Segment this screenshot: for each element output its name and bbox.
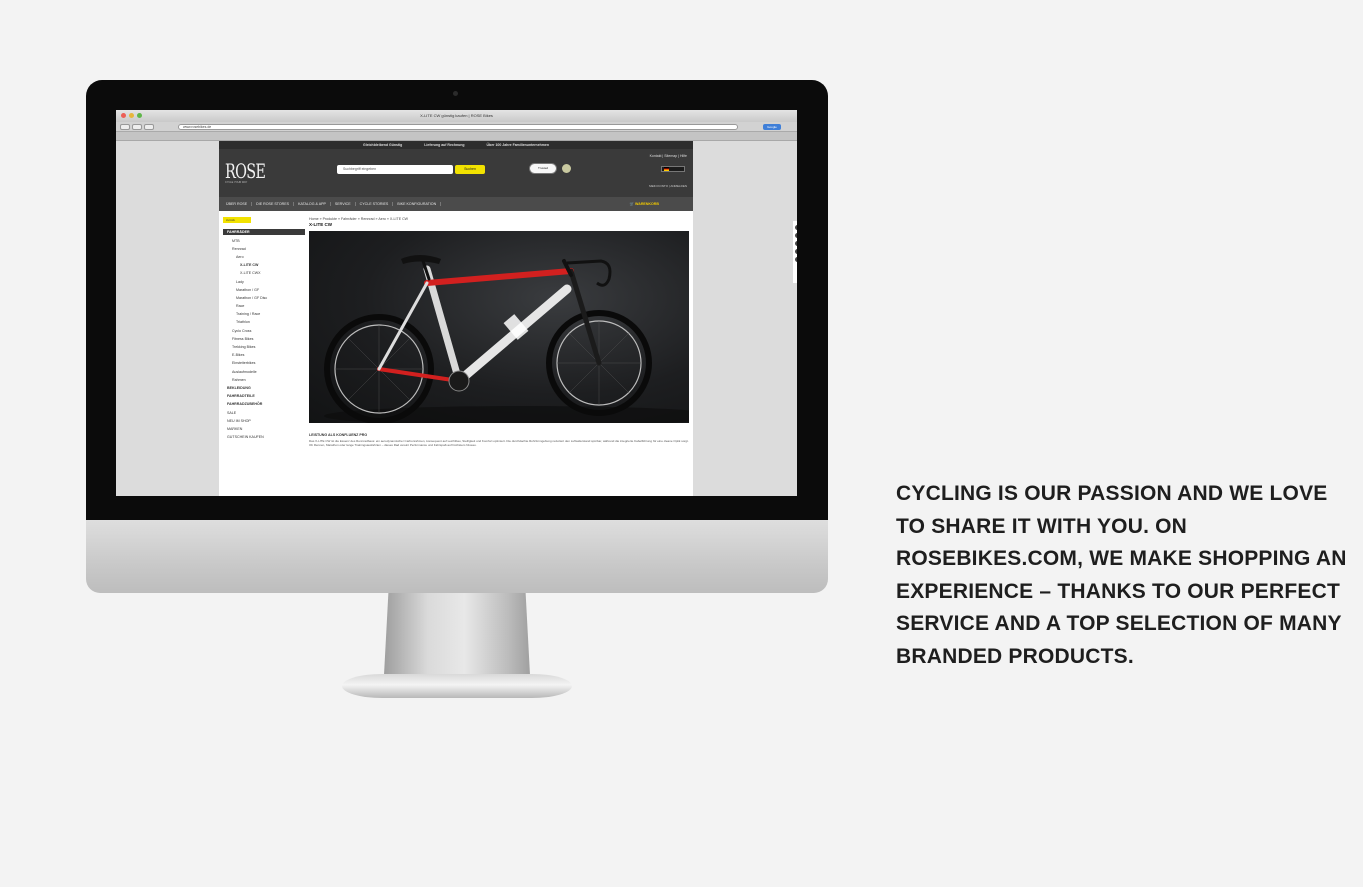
imac-stand — [384, 593, 530, 675]
window-title: X-LITE CW günstig kaufen | ROSE Bikes — [420, 113, 493, 118]
sidebar-item[interactable]: Marathon / GF — [223, 286, 305, 294]
usp-item: Lieferung auf Rechnung — [424, 143, 465, 147]
product-description: Das X-LITE CW ist die Essenz des Rennrad… — [309, 439, 689, 448]
main-navigation: ÜBER ROSE DIE ROSE STORES KATALOG & APP … — [219, 197, 693, 211]
camera-icon — [453, 91, 458, 96]
site-search-input[interactable]: Suchbegriff eingeben — [337, 165, 453, 174]
webpage-viewport: Gleichbleibend Günstig Lieferung auf Rec… — [116, 141, 797, 496]
imac-stand-base — [342, 674, 572, 698]
cart-label: WARENKORB — [635, 202, 659, 206]
sidebar-item[interactable]: SALE — [223, 409, 305, 417]
sidebar-item[interactable]: Rennrad — [223, 245, 305, 253]
sidebar-item[interactable]: Rahmen — [223, 376, 305, 384]
breadcrumb[interactable]: Home » Produkte » Fahrräder » Rennrad » … — [309, 217, 689, 221]
imac-screen: X-LITE CW günstig kaufen | ROSE Bikes ww… — [116, 110, 797, 496]
service-links[interactable]: Kontakt | Sitemap | Hilfe — [650, 154, 687, 158]
nav-item[interactable]: KATALOG & APP — [294, 202, 331, 206]
sidebar-item[interactable]: Auslaufmodelle — [223, 368, 305, 376]
site-container: Gleichbleibend Günstig Lieferung auf Rec… — [219, 141, 797, 496]
sidebar-item[interactable]: Lady — [223, 278, 305, 286]
sidebar-item[interactable]: Cyclo Cross — [223, 327, 305, 335]
sidebar-item[interactable]: X-LITE CWX — [223, 270, 305, 278]
back-button[interactable] — [120, 124, 130, 130]
sidebar-item[interactable]: Marathon / GF Disc — [223, 294, 305, 302]
tagline-text: CYCLING IS OUR PASSION AND WE LOVE TO SH… — [896, 482, 1347, 668]
category-sidebar: zurück FAHRRÄDER MTB Rennrad Aero X-LITE CW… — [223, 217, 305, 442]
sidebar-item[interactable]: Trekking Bikes — [223, 343, 305, 351]
seal-icon — [562, 164, 571, 173]
chat-icon[interactable] — [795, 257, 797, 262]
sidebar-item[interactable]: Race — [223, 303, 305, 311]
sidebar-item[interactable]: Einsteiterbikes — [223, 360, 305, 368]
sidebar-item[interactable]: FAHRRADZUBEHÖR — [223, 401, 305, 409]
bookmarks-bar — [116, 132, 797, 141]
social-toolbar — [793, 221, 797, 283]
sidebar-item[interactable]: FAHRRADTEILE — [223, 393, 305, 401]
sidebar-item[interactable]: Aero — [223, 253, 305, 261]
sidebar-item[interactable]: Fitness Bikes — [223, 335, 305, 343]
nav-item[interactable]: SERVICE — [331, 202, 356, 206]
usp-item: Gleichbleibend Günstig — [363, 143, 403, 147]
sidebar-item[interactable]: MTB — [223, 237, 305, 245]
imac-chin — [86, 520, 828, 593]
usp-item: Über 100 Jahre Familienunternehmen — [486, 143, 549, 147]
globe-icon[interactable] — [795, 241, 797, 246]
sidebar-item[interactable]: Training / Race — [223, 311, 305, 319]
sidebar-item[interactable]: BEKLEIDUNG — [223, 384, 305, 392]
sidebar-item[interactable]: GUTSCHEIN KAUFEN — [223, 434, 305, 442]
site-search-button[interactable]: Suchen — [455, 165, 485, 174]
product-content: Home » Produkte » Fahrräder » Rennrad » … — [309, 217, 689, 447]
trusted-shop-badge[interactable]: Trusted — [529, 163, 557, 174]
nav-item[interactable]: CYCLE STORIES — [356, 202, 394, 206]
cart-link[interactable]: 🛒 WARENKORB — [626, 202, 663, 206]
usp-strip: Gleichbleibend Günstig Lieferung auf Rec… — [219, 141, 693, 149]
browser-titlebar: X-LITE CW günstig kaufen | ROSE Bikes — [116, 110, 797, 122]
rose-logo[interactable]: ROSE — [225, 159, 266, 183]
nav-item[interactable]: BIKE KONFIGURATION — [393, 202, 442, 206]
sidebar-item[interactable]: Triathlon — [223, 319, 305, 327]
sidebar-item[interactable]: X-LITE CW — [223, 262, 305, 270]
info-icon[interactable] — [795, 249, 797, 254]
description-heading: LEISTUNG ALS KONFLUENZ PRO — [309, 433, 368, 437]
nav-item[interactable]: DIE ROSE STORES — [252, 202, 295, 206]
user-icon[interactable] — [795, 233, 797, 238]
sidebar-item[interactable]: MARKEN — [223, 425, 305, 433]
forward-button[interactable] — [132, 124, 142, 130]
account-link[interactable]: MEIN KONTO | ANMELDEN — [649, 184, 687, 188]
gear-icon[interactable] — [795, 225, 797, 230]
sidebar-active-category[interactable]: FAHRRÄDER — [223, 229, 305, 235]
country-selector[interactable] — [661, 166, 685, 172]
logo-subtitle: CYCLE YOUR WAY — [225, 181, 248, 184]
product-image[interactable] — [309, 231, 689, 423]
site-header: ROSE CYCLE YOUR WAY Suchbegriff eingeben… — [219, 149, 693, 197]
road-bike-image — [324, 255, 689, 423]
browser-toolbar: www.rosebikes.de Google — [116, 122, 797, 132]
product-title: X-LITE CW — [309, 222, 332, 227]
address-bar[interactable]: www.rosebikes.de — [178, 124, 738, 130]
back-link[interactable]: zurück — [223, 217, 251, 223]
sidebar-list: MTB Rennrad Aero X-LITE CW X-LITE CWX Lady Mar… — [223, 237, 305, 442]
reload-button[interactable] — [144, 124, 154, 130]
sidebar-item[interactable]: NEU IM SHOP — [223, 417, 305, 425]
search-engine-button[interactable]: Google — [763, 124, 781, 130]
nav-item[interactable]: ÜBER ROSE — [222, 202, 253, 206]
flag-icon — [664, 167, 669, 171]
sidebar-item[interactable]: E-Bikes — [223, 352, 305, 360]
